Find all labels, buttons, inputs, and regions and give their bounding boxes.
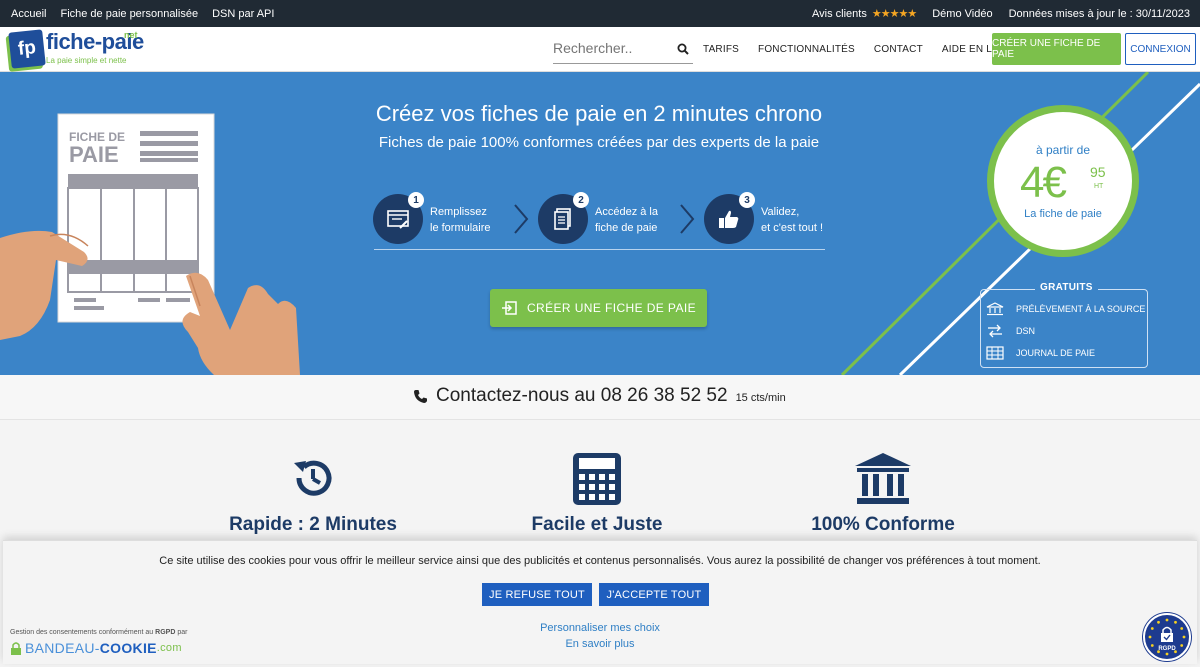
step-3-number: 3 (739, 192, 755, 208)
document-icon (554, 208, 571, 230)
thumbs-up-icon (719, 210, 739, 228)
top-bar-links: Accueil Fiche de paie personnalisée DSN … (11, 0, 274, 27)
main-header: fp fiche-paie net La paie simple et nett… (0, 27, 1200, 72)
search-input[interactable] (553, 35, 668, 61)
payslip-title-line-2: PAIE (69, 142, 119, 167)
customer-reviews-link[interactable]: Avis clients ★★★★★ (812, 7, 917, 20)
price-from-label: à partir de (1035, 143, 1091, 157)
free-item-withholding[interactable]: PRÉLÈVEMENT À LA SOURCE (986, 301, 1145, 317)
bandeau-text-1: BANDEAU- (25, 640, 100, 656)
table-grid-icon (986, 346, 1004, 360)
form-icon (387, 210, 409, 229)
chevron-right-icon (680, 204, 695, 234)
nav-contact[interactable]: CONTACT (874, 44, 923, 55)
demo-video-link[interactable]: Démo Vidéo (932, 8, 992, 20)
bank-icon (986, 302, 1004, 316)
feature-easy-title: Facile et Juste (531, 514, 663, 535)
feature-fast-title: Rapide : 2 Minutes (229, 514, 397, 535)
rgpd-badge[interactable]: RGPD (1143, 613, 1191, 661)
cookie-message: Ce site utilise des cookies pour vous of… (159, 555, 1041, 567)
step-3-line-2: et c'est tout ! (761, 222, 824, 234)
cookie-accept-button[interactable]: J'ACCEPTE TOUT (599, 583, 709, 606)
free-item-dsn-label: DSN (1016, 326, 1036, 336)
price-cents: 95 (1090, 164, 1106, 180)
top-link-home[interactable]: Accueil (11, 8, 46, 20)
rating-stars-icon: ★★★★★ (871, 8, 917, 20)
create-payslip-hero-label: CRÉER UNE FICHE DE PAIE (526, 301, 696, 315)
gdpr-note-suffix: par (177, 629, 188, 636)
step-1-label: Remplissez le formulaire (430, 204, 520, 236)
bandeau-text-3: .com (156, 642, 182, 654)
bank-building-icon (855, 453, 911, 504)
step-2-line-1: Accédez à la (595, 206, 658, 218)
clock-history-icon (294, 460, 332, 496)
chevron-right-icon (514, 204, 529, 234)
contact-call-cost: 15 cts/min (735, 392, 786, 404)
free-features-title: GRATUITS (1035, 282, 1098, 293)
steps-divider (374, 249, 825, 250)
gdpr-note-bold: RGPD (155, 629, 176, 636)
customer-reviews-label: Avis clients (812, 8, 867, 20)
hero-title: Créez vos fiches de paie en 2 minutes ch… (375, 101, 823, 126)
main-nav: TARIFS FONCTIONNALITÉS CONTACT AIDE EN L… (703, 27, 1017, 72)
free-item-withholding-label: PRÉLÈVEMENT À LA SOURCE (1016, 304, 1146, 314)
search-box (553, 35, 693, 64)
logo-tagline: La paie simple et nette (46, 56, 127, 65)
step-2-line-2: fiche de paie (595, 222, 658, 234)
gdpr-note-prefix: Gestion des consentements conformément a… (10, 629, 154, 636)
payslip-hand-illustration (0, 113, 300, 375)
step-1-number: 1 (408, 192, 424, 208)
data-updated-text: Données mises à jour le : 30/11/2023 (1008, 7, 1190, 20)
nav-features[interactable]: FONCTIONNALITÉS (758, 44, 855, 55)
search-icon[interactable] (677, 43, 689, 55)
logo-fp-mark: fp (8, 29, 46, 69)
hero-section: FICHE DE PAIE Créez vos fiches de paie e… (0, 72, 1200, 375)
cookie-refuse-button[interactable]: JE REFUSE TOUT (482, 583, 592, 606)
transfer-arrows-icon (988, 324, 1002, 338)
price-tax-label: HT (1094, 183, 1104, 190)
cookie-consent-banner: Ce site utilise des cookies pour vous of… (3, 540, 1197, 664)
feature-compliant-title: 100% Conforme (811, 514, 955, 535)
top-link-custom-payslip[interactable]: Fiche de paie personnalisée (60, 8, 198, 20)
cookie-learn-more-link[interactable]: En savoir plus (3, 638, 1197, 650)
top-bar: Accueil Fiche de paie personnalisée DSN … (0, 0, 1200, 27)
bandeau-cookie-logo[interactable]: BANDEAU- COOKIE .com (10, 640, 182, 656)
contact-strip: Contactez-nous au 08 26 38 52 52 15 cts/… (0, 375, 1200, 420)
rgpd-badge-label: RGPD (1158, 646, 1176, 652)
padlock-icon (11, 641, 21, 655)
top-link-dsn-api[interactable]: DSN par API (212, 8, 274, 20)
contact-line[interactable]: Contactez-nous au 08 26 38 52 52 15 cts/… (413, 385, 786, 407)
price-badge: à partir de 4€ 95 HT La fiche de paie (987, 105, 1139, 257)
login-button[interactable]: CONNEXION (1125, 33, 1196, 65)
eu-stars-padlock-icon (1148, 618, 1186, 656)
hero-subtitle: Fiches de paie 100% conformes créées par… (378, 134, 820, 151)
free-item-journal[interactable]: JOURNAL DE PAIE (986, 345, 1095, 361)
top-bar-right: Avis clients ★★★★★ Démo Vidéo Données mi… (812, 0, 1190, 27)
step-3-line-1: Validez, (761, 206, 800, 218)
site-logo[interactable]: fp fiche-paie net La paie simple et nett… (8, 29, 148, 69)
gdpr-note: Gestion des consentements conformément a… (10, 629, 187, 636)
step-2-label: Accédez à la fiche de paie (595, 204, 685, 236)
contact-phone-text: Contactez-nous au 08 26 38 52 52 (436, 385, 728, 406)
price-per-label: La fiche de paie (1024, 208, 1102, 220)
logo-net: net (124, 30, 138, 40)
step-1-line-2: le formulaire (430, 222, 491, 234)
step-2-number: 2 (573, 192, 589, 208)
bandeau-text-2: COOKIE (99, 640, 157, 656)
sign-in-arrow-icon (501, 301, 517, 315)
phone-icon (414, 389, 427, 403)
step-3-label: Validez, et c'est tout ! (761, 204, 851, 236)
create-payslip-hero-button[interactable]: CRÉER UNE FICHE DE PAIE (490, 289, 707, 327)
free-item-journal-label: JOURNAL DE PAIE (1016, 348, 1096, 358)
free-item-dsn[interactable]: DSN (986, 323, 1035, 339)
create-payslip-header-button[interactable]: CRÉER UNE FICHE DE PAIE (992, 33, 1121, 65)
price-euros: 4€ (1020, 158, 1067, 207)
step-1-line-1: Remplissez (430, 206, 487, 218)
calculator-icon (573, 453, 621, 505)
nav-pricing[interactable]: TARIFS (703, 44, 739, 55)
